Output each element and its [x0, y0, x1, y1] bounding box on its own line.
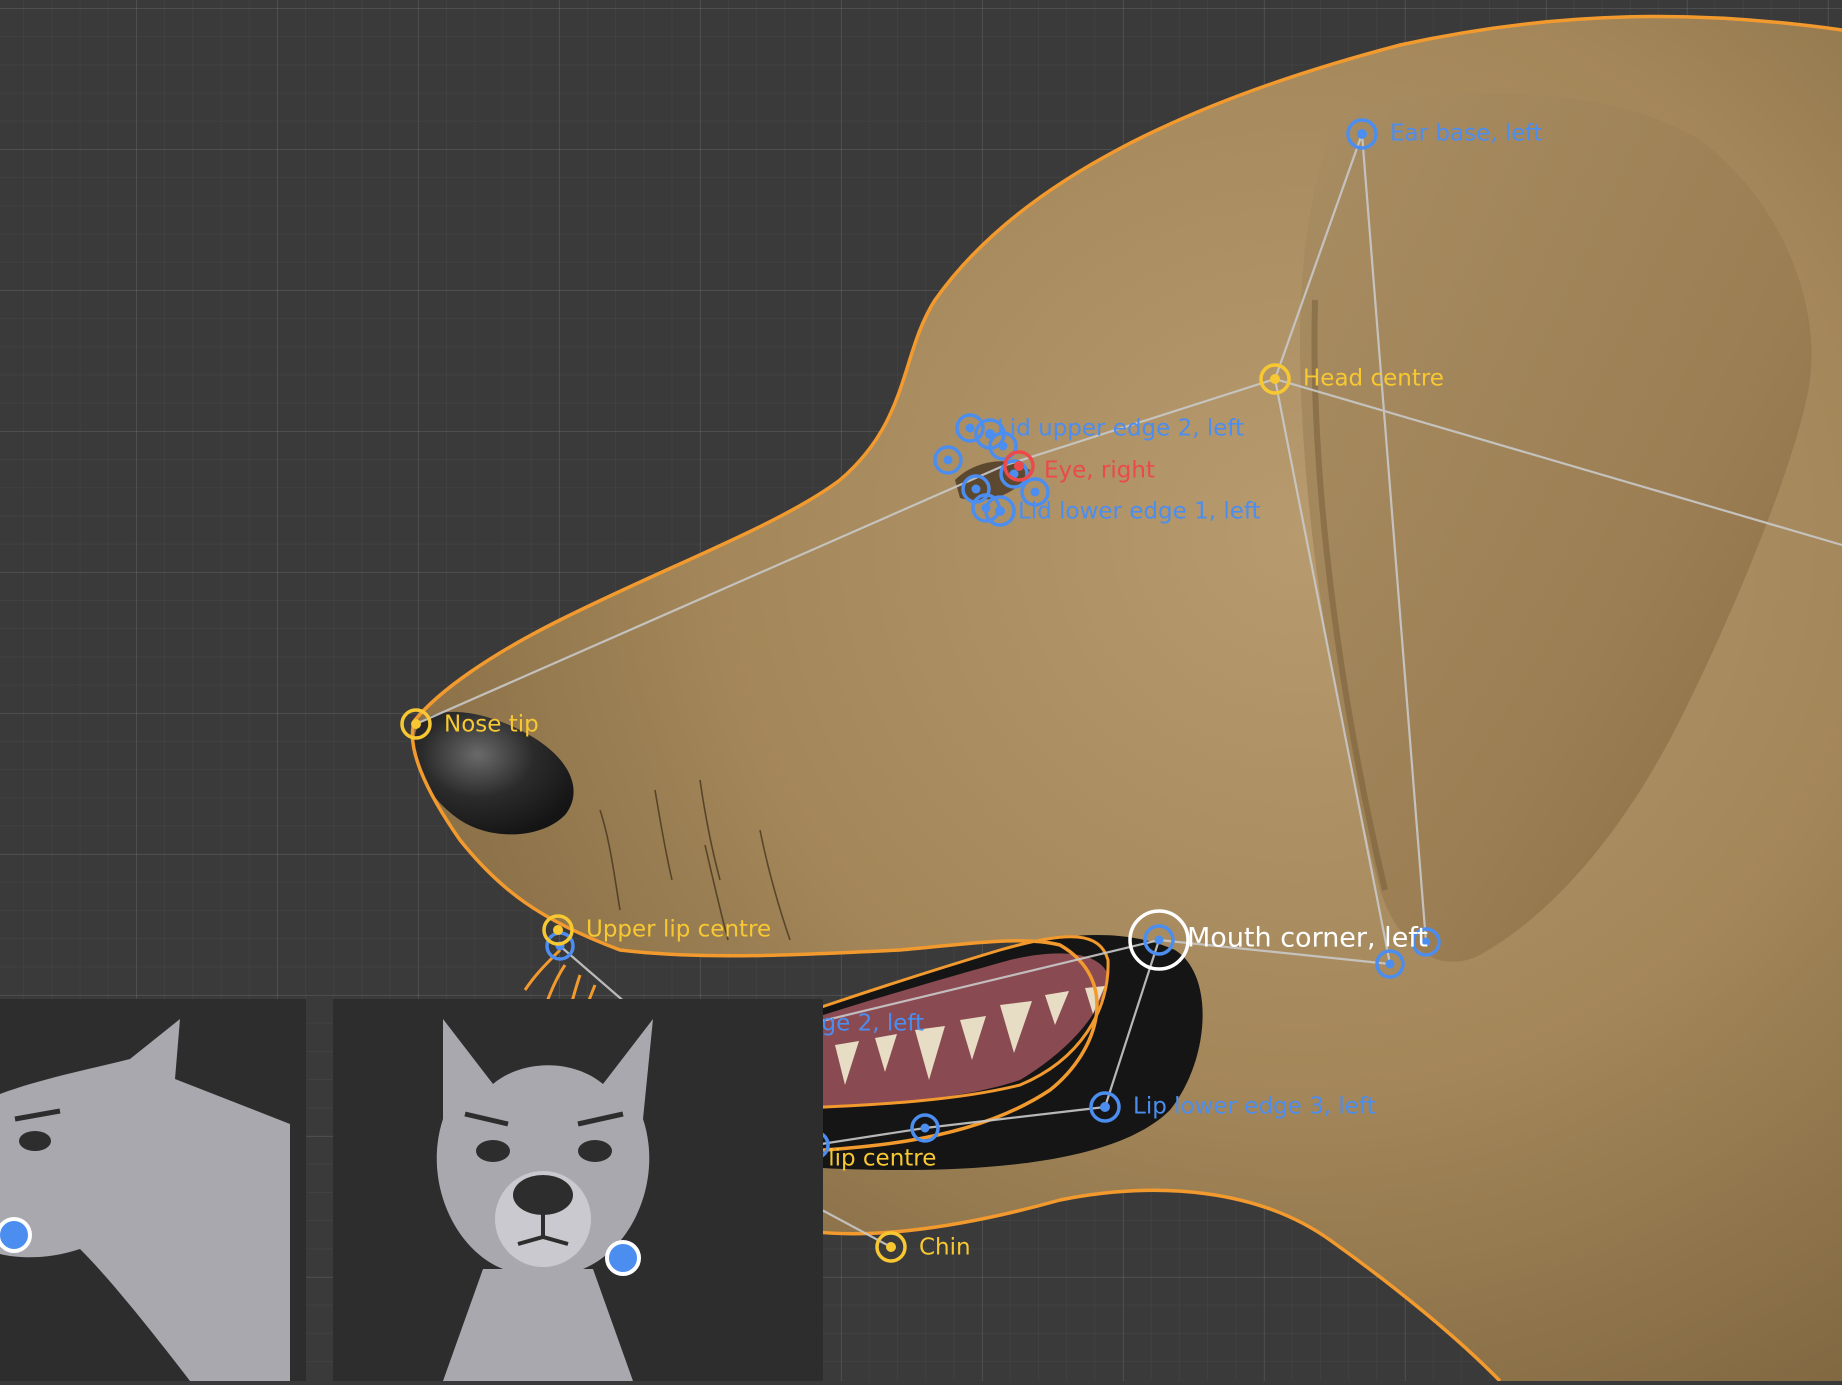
reference-thumbnail-side[interactable] — [0, 999, 306, 1381]
keypoint-lid-lower-edge-1-left[interactable]: Lid lower edge 1, left — [984, 495, 1261, 527]
keypoint-label-eye-right: Eye, right — [1044, 458, 1155, 484]
keypoint-label-chin: Chin — [919, 1235, 971, 1261]
keypoint-chin[interactable]: Chin — [875, 1231, 971, 1263]
keypoint-label-head-centre: Head centre — [1303, 366, 1444, 392]
canvas-viewport[interactable]: Ear base, left Head centre Lid upper edge … — [0, 0, 1842, 1381]
front-keypoint-marker[interactable] — [605, 1240, 641, 1276]
side-keypoint-marker[interactable] — [0, 1217, 32, 1253]
keypoint-label-lip-lower-edge-3-left: Lip lower edge 3, left — [1133, 1094, 1376, 1120]
keypoint-label-nose-tip: Nose tip — [444, 712, 539, 738]
keypoint-label-lid-upper-edge-2-left: Lid upper edge 2, left — [997, 416, 1244, 442]
keypoint-label-mouth-corner-left: Mouth corner, left — [1187, 923, 1428, 954]
dog-front-diagram — [436, 1019, 653, 1381]
keypoint-label-upper-lip-centre: Upper lip centre — [586, 917, 771, 943]
keypoint-lip-lower-edge-3-left[interactable]: Lip lower edge 3, left — [1089, 1091, 1376, 1123]
keypoint-label-ear-base-left: Ear base, left — [1390, 121, 1542, 147]
dog-side-diagram — [0, 1019, 290, 1381]
keypoint-label-lid-lower-edge-1-left: Lid lower edge 1, left — [1018, 499, 1261, 525]
reference-thumbnail-front[interactable] — [333, 999, 823, 1381]
